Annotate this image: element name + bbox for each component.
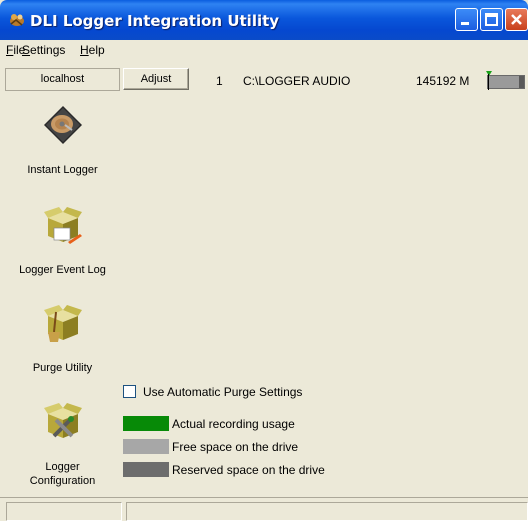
legend-label: Reserved space on the drive [172,463,325,477]
sidebar-item-instant-logger[interactable]: Instant Logger [5,100,120,180]
drive-path: C:\LOGGER AUDIO [243,74,351,88]
legend-label: Free space on the drive [172,440,299,454]
hard-disk-icon [44,106,82,144]
menu-settings-label: ettings [30,43,66,57]
close-button[interactable] [505,8,528,31]
minimize-button[interactable] [455,8,478,31]
legend-swatch-free [123,439,169,454]
sidebar-item-label: Instant Logger [27,164,98,176]
event-log-box-icon [44,207,82,244]
status-pane-left [6,502,122,521]
configuration-tools-box-icon [44,403,82,438]
sidebar-item-label-line2: Configuration [29,475,96,487]
sidebar-item-label-line1: Logger [45,461,80,473]
legend-swatch-actual [123,416,169,431]
minimize-icon [461,22,469,25]
auto-purge-label[interactable]: Use Automatic Purge Settings [143,385,302,399]
legend-swatch-reserved [123,462,169,477]
status-bar [0,497,528,521]
close-icon [511,14,522,25]
drive-number: 1 [216,74,223,88]
app-logo-icon [10,14,24,26]
sidebar-item-logger-event-log[interactable]: Logger Event Log [5,200,120,300]
sidebar-item-logger-configuration[interactable]: Logger Configuration [5,396,120,496]
drive-reserved-segment [519,76,524,88]
purge-threshold-line [488,74,489,90]
menu-help-label: elp [88,43,105,57]
drive-usage-bar [487,75,525,89]
menu-help[interactable]: Help [80,43,105,57]
purge-broom-box-icon [44,305,82,342]
menu-settings-accel: S [22,43,31,57]
sidebar-item-label: Logger Event Log [19,264,106,276]
maximize-button[interactable] [480,8,503,31]
window-title: DLI Logger Integration Utility [30,12,280,30]
auto-purge-checkbox[interactable] [123,385,136,398]
sidebar-item-label: Purge Utility [32,362,93,374]
menu-bar: File Settings Help [0,40,528,60]
adjust-button[interactable]: Adjust [123,68,189,90]
menu-settings[interactable]: Settings [22,43,65,57]
purge-threshold-marker[interactable] [486,71,492,76]
sidebar-item-purge-utility[interactable]: Purge Utility [5,298,120,378]
menu-help-accel: H [80,43,89,57]
legend-label: Actual recording usage [172,417,295,431]
status-pane-main [126,502,528,521]
title-bar[interactable]: DLI Logger Integration Utility [0,0,528,40]
host-name-box[interactable]: localhost [5,68,120,91]
drive-size: 145192 M [416,74,470,88]
maximize-icon [485,13,498,26]
app-window: DLI Logger Integration Utility File Sett… [0,0,528,521]
